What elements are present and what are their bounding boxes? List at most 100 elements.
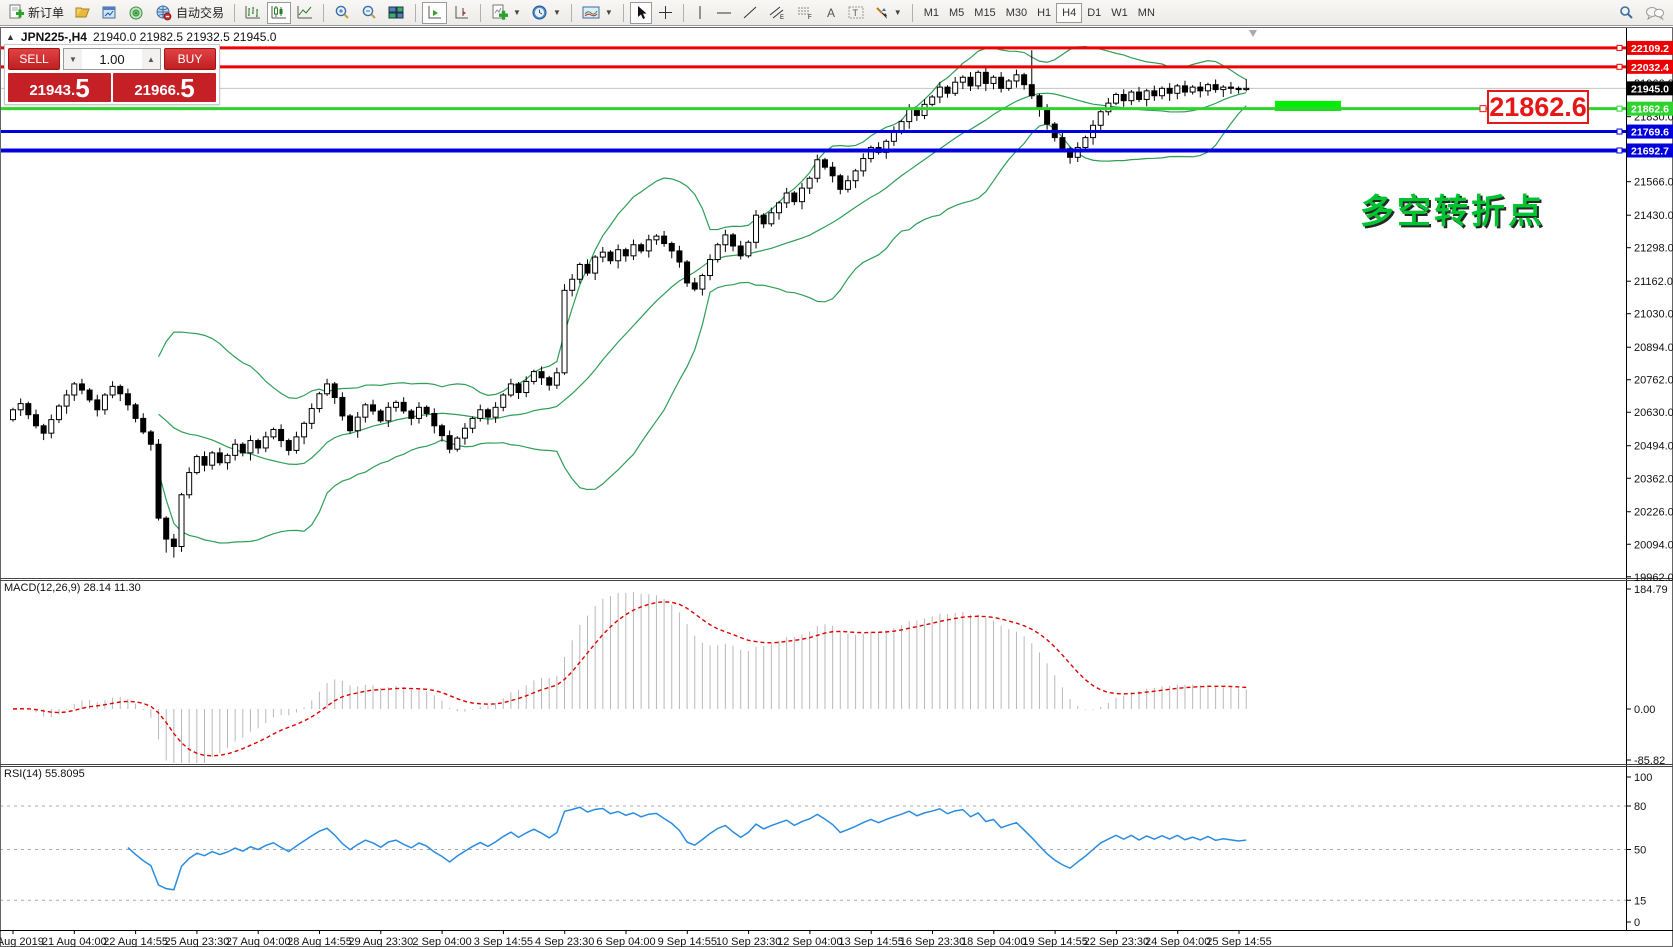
buy-price-fraction: 5 [180,73,195,103]
vertical-line-icon [699,6,701,19]
chart-shift-button[interactable] [449,2,474,24]
bear-candle [339,396,346,417]
volume-value[interactable]: 1.00 [82,49,142,69]
sell-price[interactable]: 21943. 5 [8,73,111,102]
bull-candle [806,177,813,189]
bear-candle [967,76,974,87]
volume-increment-button[interactable]: ▲ [142,49,160,69]
buy-price[interactable]: 21966. 5 [113,73,216,102]
bull-candle [714,244,721,261]
frame [0,27,1673,947]
market-watch-button[interactable] [97,2,122,24]
fibonacci-button[interactable]: F [792,2,818,24]
strategy-tester-button[interactable] [124,2,149,24]
new-order-button[interactable]: 新订单 [4,2,68,24]
periods-button[interactable]: ▼ [527,2,565,24]
buy-button[interactable]: BUY [164,48,216,70]
bear-candle [370,404,377,412]
ohlc-values: 21940.0 21982.5 21932.5 21945.0 [92,30,277,44]
timeframe-button-h1[interactable]: H1 [1032,3,1056,23]
bull-candle [55,405,62,421]
timeframe-button-mn[interactable]: MN [1133,3,1160,23]
timeframe-button-m15[interactable]: M15 [969,3,1000,23]
bull-candle [461,427,468,439]
vertical-line-button[interactable] [690,2,710,24]
callout-anchor-square [1479,105,1487,113]
templates-button[interactable]: ▼ [578,2,617,24]
bull-candle [745,241,752,257]
chart-canvas[interactable]: 22098.021966.021830.021698.021566.021430… [0,0,1673,947]
svg-text:F: F [808,15,812,21]
chart-shift-marker [1249,30,1257,37]
line-chart-button[interactable] [293,2,317,24]
bull-candle [1097,111,1104,126]
profiles-button[interactable] [70,2,95,24]
resistance-upper-anchor-square [1616,44,1623,51]
bull-candle [1159,87,1165,97]
toolbar-separator [570,3,572,22]
bear-candle [124,393,131,406]
community-chat-button[interactable] [1641,2,1669,24]
timeframe-button-d1[interactable]: D1 [1082,3,1106,23]
bull-candle [354,416,361,432]
arrows-button[interactable]: ▼ [870,2,906,24]
bear-candle [1227,86,1234,89]
date-tick-label: 22 Aug 14:55 [103,936,168,947]
zoom-out-button[interactable] [357,2,382,24]
bull-candle [523,380,530,394]
timeframe-button-m30[interactable]: M30 [1001,3,1032,23]
text-label-button[interactable]: T [844,2,868,24]
bull-candle [561,289,568,374]
indicators-button[interactable]: ▼ [487,2,525,24]
date-tick-label: 29 Aug 23:30 [348,936,413,947]
bull-candle [768,212,775,225]
bull-candle [193,456,200,474]
bull-candle [1005,80,1012,89]
candlestick-chart-button[interactable] [267,1,292,24]
macd-pane [12,592,1247,763]
chinese-annotation-text[interactable]: 多空转折点 [1360,184,1545,233]
autotrading-button[interactable]: 自动交易 [151,2,228,24]
resistance-upper-axis-label: 22109.2 [1631,43,1669,55]
horizontal-line-icon [716,12,731,13]
horizontal-line-button[interactable] [712,2,736,24]
collapse-arrow-icon[interactable]: ▲ [6,32,15,42]
volume-decrement-button[interactable]: ▼ [64,49,82,69]
bull-candle [615,249,622,262]
text-button[interactable]: A [820,2,842,24]
equidistant-channel-button[interactable]: E [764,2,790,24]
search-button[interactable] [1614,2,1639,24]
search-icon [1620,5,1633,19]
bear-candle [546,377,553,386]
timeframe-button-m1[interactable]: M1 [919,3,944,23]
cursor-button[interactable] [629,1,652,24]
bull-candle [316,393,323,410]
buy-price-main: 21966. [134,82,181,99]
rsi-line [127,806,1247,891]
bear-candle [446,435,453,450]
date-tick-label: 12 Sep 04:00 [777,936,842,947]
templates-dropdown-arrow: ▼ [604,8,613,17]
toolbar-separator [323,3,325,22]
timeframe-button-w1[interactable]: W1 [1106,3,1133,23]
auto-scroll-button[interactable] [422,1,448,24]
bear-candle [691,282,698,290]
date-tick-label: 28 Aug 14:55 [287,936,352,947]
timeframe-button-m5[interactable]: M5 [944,3,969,23]
bar-chart-button[interactable] [241,2,265,24]
bull-candle [301,422,308,438]
timeframe-button-h4[interactable]: H4 [1056,2,1083,23]
price-callout-box[interactable]: 21862.6 [1487,90,1589,124]
crosshair-button[interactable] [654,2,677,24]
date-tick-label: 27 Aug 04:00 [226,936,291,947]
bull-candle [1189,86,1196,93]
zoom-in-button[interactable] [330,2,355,24]
bear-candle [661,235,668,245]
trendline-button[interactable] [738,2,762,24]
bear-candle [638,244,645,252]
bull-candle [385,406,392,422]
tile-windows-button[interactable] [384,2,409,24]
bull-candle [569,278,576,291]
tile-windows-icon [388,6,404,18]
sell-button[interactable]: SELL [8,48,60,70]
